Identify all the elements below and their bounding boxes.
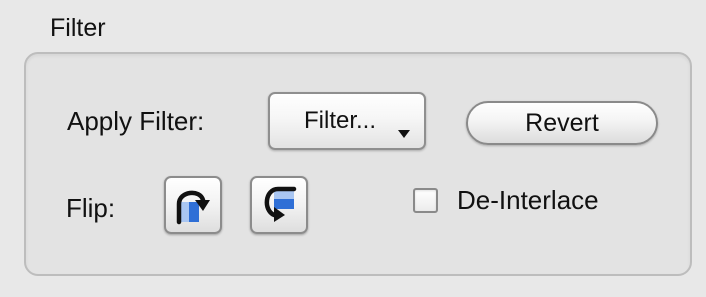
flip-horizontal-button[interactable] — [164, 176, 222, 234]
filter-group-box — [24, 52, 692, 276]
flip-horizontal-icon — [176, 190, 210, 225]
filter-popup-value: Filter... — [304, 107, 377, 134]
deinterlace-checkbox[interactable] — [413, 188, 438, 213]
apply-filter-label: Apply Filter: — [67, 106, 205, 136]
filter-popup-button[interactable]: Filter... — [268, 92, 426, 150]
popup-arrow-icon — [398, 130, 410, 138]
filter-group-title: Filter — [50, 14, 106, 42]
flip-vertical-button[interactable] — [250, 176, 308, 234]
deinterlace-label[interactable]: De-Interlace — [457, 185, 599, 216]
revert-button[interactable]: Revert — [466, 101, 658, 145]
flip-label: Flip: — [66, 193, 116, 223]
flip-vertical-icon — [264, 186, 297, 222]
